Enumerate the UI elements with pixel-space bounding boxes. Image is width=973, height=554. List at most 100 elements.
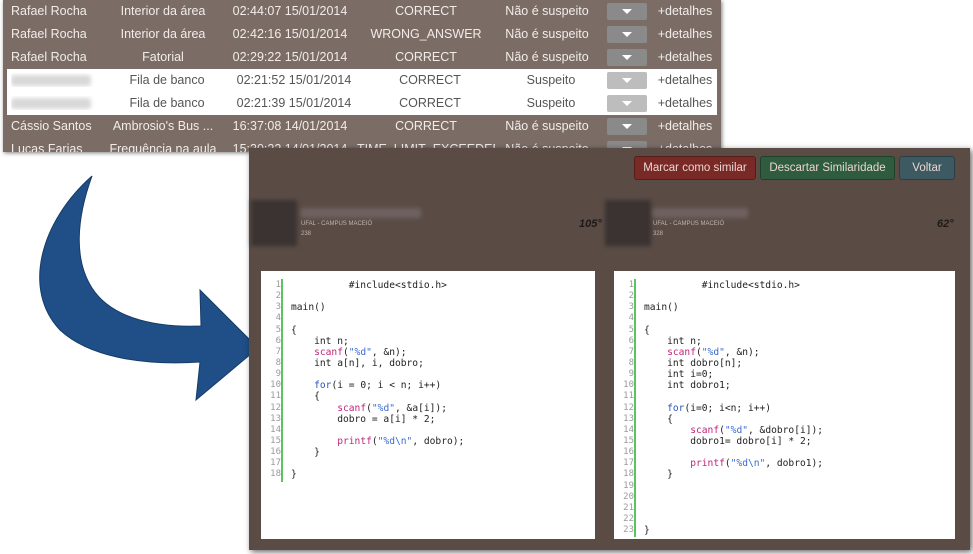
table-row: Rafael Rocha Interior da área 02:44:07 15/… xyxy=(3,0,721,23)
line-number: 19 xyxy=(623,480,634,491)
table-row: Rafael Rocha Fatorial 02:29:22 15/01/2014 C… xyxy=(3,46,721,69)
result-label: CORRECT xyxy=(395,50,457,64)
code-line: ​ xyxy=(644,313,944,324)
line-number: 7 xyxy=(275,346,281,357)
submission-datetime: 16:37:08 14/01/2014 xyxy=(232,119,348,133)
screenshot-stage: Rafael Rocha Interior da área 02:44:07 15/… xyxy=(0,0,973,554)
row-dropdown-button[interactable] xyxy=(607,118,647,135)
student-name-blurred xyxy=(301,208,421,218)
code-line: ​ xyxy=(291,313,591,324)
line-number: 23 xyxy=(623,525,634,536)
code-line: ​ xyxy=(291,458,591,469)
source-code: #include<stdio.h>​main()​{ int n; scanf(… xyxy=(291,280,591,481)
suspicion-status: Suspeito xyxy=(526,96,576,110)
line-number: 12 xyxy=(270,402,281,413)
code-line: ​ xyxy=(644,291,944,302)
student-name xyxy=(11,73,109,87)
details-link[interactable]: +detalhes xyxy=(655,73,715,87)
code-line: ​ xyxy=(644,514,944,525)
line-number: 2 xyxy=(275,291,281,302)
student-name: Rafael Rocha xyxy=(11,4,87,18)
discard-similarity-button[interactable]: Descartar Similaridade xyxy=(760,156,895,180)
line-number: 11 xyxy=(270,391,281,402)
details-link[interactable]: +detalhes xyxy=(655,96,715,110)
code-line: ​ xyxy=(644,391,944,402)
line-number: 4 xyxy=(628,313,634,324)
code-line: int i=0; xyxy=(644,369,714,381)
suspicion-status: Suspeito xyxy=(526,73,576,87)
line-number: 16 xyxy=(623,447,634,458)
table-row: Fila de banco 02:21:52 15/01/2014 CORRECT S… xyxy=(7,69,717,92)
submission-id: 238 xyxy=(301,231,312,237)
code-line: #include<stdio.h> xyxy=(291,280,447,291)
similarity-score: 62° xyxy=(937,218,954,230)
code-line: for(i = 0; i < n; i++) xyxy=(314,380,442,392)
similarity-score: 105° xyxy=(579,218,602,230)
code-line: int dobro1; xyxy=(644,380,731,392)
code-line: ​ xyxy=(291,369,591,380)
line-number: 18 xyxy=(623,469,634,480)
student-name-blurred xyxy=(11,98,91,110)
line-numbers: 1 2 3 4 5 6 7 8 9 10 11 12 13 14 15 16 17 18 19 20 21 22 23 xyxy=(614,280,634,536)
mark-similar-button[interactable]: Marcar como similar xyxy=(634,156,756,180)
right-code-viewer[interactable]: 1 2 3 4 5 6 7 8 9 10 11 12 13 14 15 16 17 18 19 20 21 22 23 #i… xyxy=(614,271,955,539)
row-dropdown-button[interactable] xyxy=(607,72,647,89)
submission-id: 328 xyxy=(653,231,664,237)
line-number: 9 xyxy=(275,369,281,380)
line-number: 9 xyxy=(628,369,634,380)
line-number: 16 xyxy=(270,447,281,458)
suspicion-status: Não é suspeito xyxy=(505,50,589,64)
details-link[interactable]: +detalhes xyxy=(655,119,715,133)
line-number: 15 xyxy=(270,435,281,446)
line-number: 10 xyxy=(623,380,634,391)
submission-datetime: 02:21:39 15/01/2014 xyxy=(236,96,352,110)
row-dropdown-button[interactable] xyxy=(607,3,647,20)
row-dropdown-button[interactable] xyxy=(607,95,647,112)
result-label: CORRECT xyxy=(399,96,461,110)
line-number: 14 xyxy=(623,424,634,435)
line-number: 21 xyxy=(623,502,634,513)
code-line: { xyxy=(291,391,320,403)
details-link[interactable]: +detalhes xyxy=(655,4,715,18)
row-dropdown-button[interactable] xyxy=(607,49,647,66)
line-number: 5 xyxy=(275,324,281,335)
table-row: Fila de banco 02:21:39 15/01/2014 CORRECT S… xyxy=(7,92,717,115)
line-number: 20 xyxy=(623,491,634,502)
line-number: 1 xyxy=(628,280,634,290)
line-number: 13 xyxy=(623,413,634,424)
line-number: 10 xyxy=(270,380,281,391)
left-submission-info: UFAL - CAMPUS MACEIÓ 238 105° xyxy=(251,200,606,250)
problem-name: Ambrosio's Bus ... xyxy=(112,119,214,133)
code-line: } xyxy=(644,469,673,481)
code-line: main() xyxy=(291,302,326,314)
result-label: CORRECT xyxy=(399,73,461,87)
submission-datetime: 02:42:16 15/01/2014 xyxy=(232,27,348,41)
problem-name: Interior da área xyxy=(120,4,206,18)
similarity-comparison-panel: Marcar como similar Descartar Similarida… xyxy=(249,148,970,550)
left-code-viewer[interactable]: 1 2 3 4 5 6 7 8 9 10 11 12 13 14 15 16 17 18 #include<std… xyxy=(261,271,595,539)
code-line: ​ xyxy=(644,503,944,514)
student-name: Rafael Rocha xyxy=(11,27,87,41)
right-submission-info: UFAL - CAMPUS MACEIÓ 328 62° xyxy=(605,200,960,250)
result-label: CORRECT xyxy=(395,4,457,18)
line-number: 18 xyxy=(270,469,281,480)
code-line: ​ xyxy=(644,447,944,458)
line-numbers: 1 2 3 4 5 6 7 8 9 10 11 12 13 14 15 16 17 18 xyxy=(261,280,281,481)
line-number: 4 xyxy=(275,313,281,324)
line-number: 2 xyxy=(628,291,634,302)
code-line: int a[n], i, dobro; xyxy=(291,357,424,369)
back-button[interactable]: Voltar xyxy=(899,156,955,180)
code-line: scanf("%d", &n); xyxy=(667,346,760,358)
code-line: scanf("%d", &dobro[i]); xyxy=(690,424,824,436)
code-line: printf("%d\n", dobro1); xyxy=(690,458,824,470)
line-number: 3 xyxy=(275,302,281,313)
code-line: ​ xyxy=(644,481,944,492)
curved-arrow-icon xyxy=(39,175,259,402)
line-number: 14 xyxy=(270,424,281,435)
code-line: scanf("%d", &n); xyxy=(314,346,407,358)
details-link[interactable]: +detalhes xyxy=(655,27,715,41)
student-name-blurred xyxy=(11,75,91,87)
problem-name: Fila de banco xyxy=(129,73,205,87)
row-dropdown-button[interactable] xyxy=(607,26,647,43)
details-link[interactable]: +detalhes xyxy=(655,50,715,64)
